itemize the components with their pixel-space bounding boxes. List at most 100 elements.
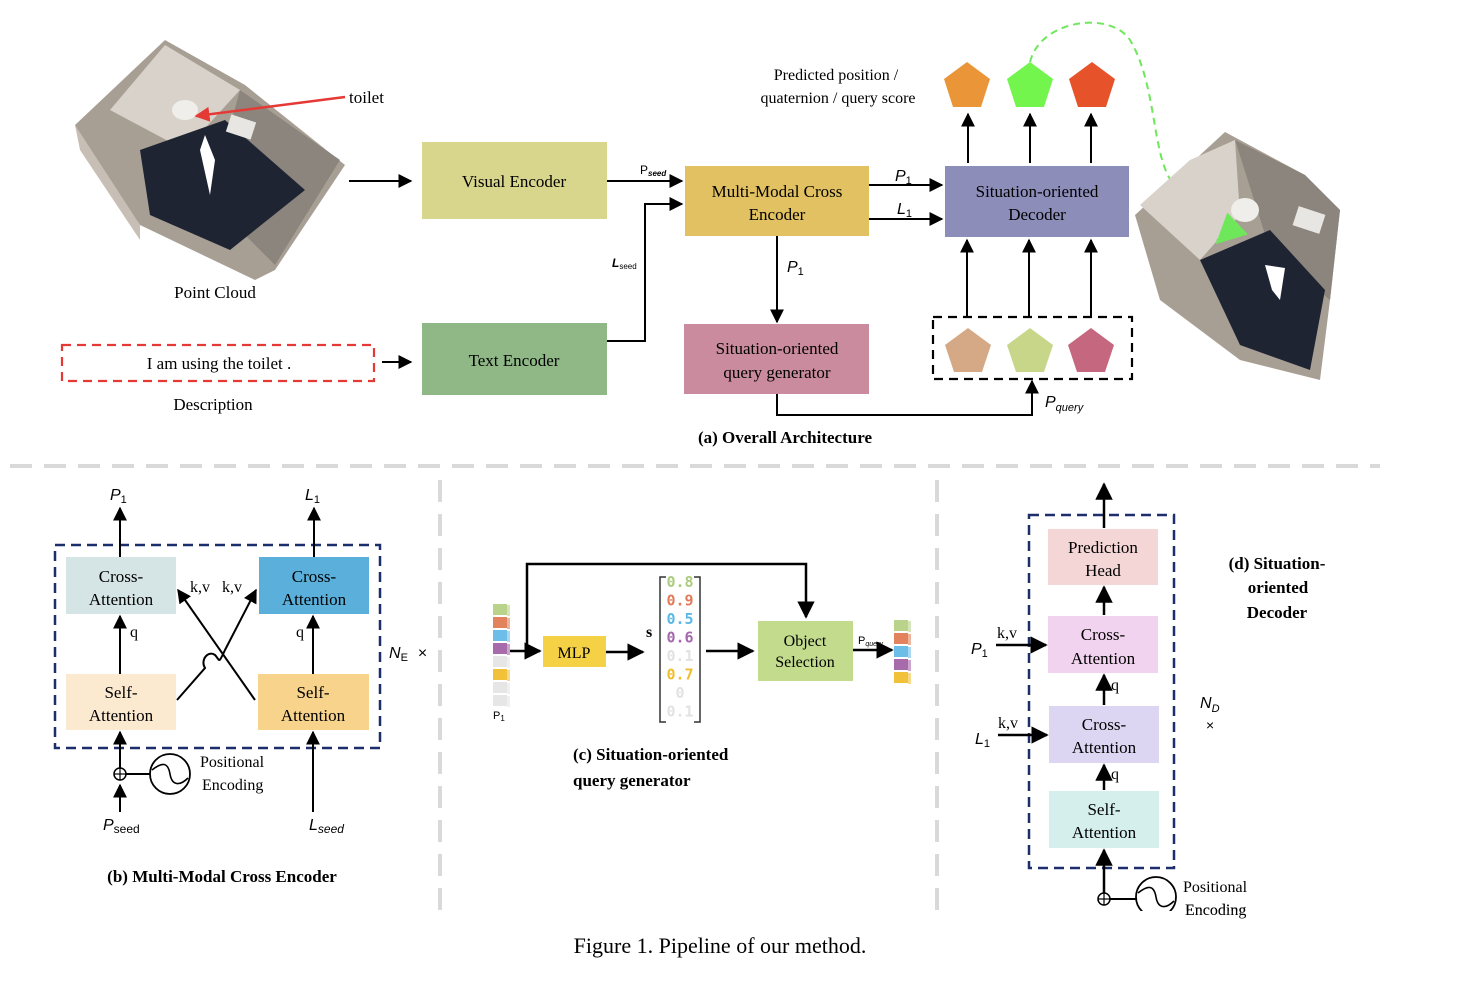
score-value: 0 [675, 684, 684, 702]
decoder-label-line2: Decoder [1008, 205, 1066, 224]
point-cloud-scene [75, 40, 345, 280]
encoder-p1-label: P1 [110, 487, 127, 506]
score-value: 0.9 [666, 592, 693, 610]
query-pentagon-3 [1068, 328, 1114, 372]
score-vector: 0.80.90.50.60.10.700.1 [666, 573, 693, 721]
overall-architecture-panel: toilet Point Cloud I am using the toilet… [60, 21, 1340, 447]
query-generator-title-line1: (c) Situation-oriented [573, 745, 729, 764]
visual-encoder-label: Visual Encoder [462, 172, 567, 191]
feature-cell [894, 633, 908, 644]
encoder-positional-line2: Encoding [202, 777, 263, 794]
encoder-self-right-line1: Self- [296, 683, 329, 702]
object-selection-line2: Selection [775, 654, 835, 671]
encoder-self-left-line1: Self- [104, 683, 137, 702]
encoder-kv-label-right: k,v [222, 579, 242, 596]
encoder-pseed-label: Pseed [103, 817, 140, 836]
encoder-cross-left-line2: Attention [89, 590, 154, 609]
prediction-head-line2: Head [1085, 561, 1121, 580]
description-label: Description [173, 395, 253, 414]
mlp-label: MLP [558, 645, 591, 662]
encoder-self-left-line2: Attention [89, 706, 154, 725]
scores-symbol: s [646, 624, 652, 641]
object-selection-line1: Object [784, 633, 827, 650]
overall-architecture-title: (a) Overall Architecture [698, 428, 872, 447]
encoder-cross-right-line1: Cross- [292, 567, 337, 586]
query-generator-label-line2: query generator [723, 363, 830, 382]
text-encoder-label: Text Encoder [469, 351, 560, 370]
decoder-title-line3: Decoder [1247, 603, 1308, 622]
decoder-title-line2: oriented [1248, 578, 1309, 597]
prediction-head-line1: Prediction [1068, 538, 1138, 557]
decoder-self-line2: Attention [1072, 823, 1137, 842]
decoder-self-line1: Self- [1087, 800, 1120, 819]
query-generator-title-line2: query generator [573, 771, 691, 790]
feature-cell-side [908, 634, 911, 645]
feature-cell-side [908, 647, 911, 658]
feature-cell-side [507, 696, 510, 707]
query-pentagon-2 [1007, 328, 1053, 372]
encoder-repeat-label: NE × [389, 645, 427, 664]
feature-cell [894, 646, 908, 657]
prediction-pentagon-green [1007, 62, 1053, 107]
encoder-l1-label: L1 [305, 487, 320, 506]
decoder-l1-label: L1 [975, 731, 990, 750]
feature-cell [493, 682, 507, 693]
predicted-label-line1: Predicted position / [774, 67, 899, 84]
p-query-feature-column [894, 620, 911, 684]
prediction-pentagon-red [1069, 62, 1115, 107]
toilet-label: toilet [349, 88, 384, 107]
score-vector-left-bracket [659, 576, 666, 723]
decoder-positional-line2-clipped: Encoding [1185, 902, 1246, 919]
score-value: 0.5 [666, 610, 693, 628]
pquery-output-label: Pquery [858, 635, 883, 648]
feature-cell-side [507, 644, 510, 655]
decoder-q-label-top: q [1111, 677, 1119, 694]
encoder-cross-right-line2: Attention [282, 590, 347, 609]
point-cloud-label: Point Cloud [174, 283, 256, 302]
l1-label-top: L1 [897, 201, 912, 220]
decoder-positional-line1: Positional [1183, 879, 1248, 896]
p1-feature-column [493, 604, 510, 707]
decoder-panel: Prediction Head Cross- Attention q Cross… [971, 482, 1326, 925]
feature-cell [493, 630, 507, 641]
decoder-cross-top-line2: Attention [1071, 649, 1136, 668]
encoder-q-label-right: q [296, 624, 304, 641]
feature-cell [894, 672, 908, 683]
description-text: I am using the toilet . [147, 354, 291, 373]
score-vector-right-bracket [694, 576, 701, 723]
encoder-positional-line1: Positional [200, 754, 265, 771]
feature-cell-side [507, 631, 510, 642]
feature-cell-side [908, 660, 911, 671]
encoder-kv-arrow-right-to-left [177, 588, 256, 701]
score-value: 0.1 [666, 703, 693, 721]
score-value: 0.8 [666, 573, 693, 591]
pquery-label: Pquery [1045, 394, 1085, 414]
cross-encoder-title: (b) Multi-Modal Cross Encoder [107, 867, 337, 886]
feature-cell-side [507, 657, 510, 668]
cross-encoder-label-line1: Multi-Modal Cross [712, 182, 843, 201]
feature-cell-side [908, 621, 911, 632]
decoder-cross-top-line1: Cross- [1081, 625, 1126, 644]
decoder-label-line1: Situation-oriented [976, 182, 1099, 201]
p1-label-mid: P1 [787, 259, 804, 278]
p1-column-label: P1 [493, 710, 505, 723]
decoder-title-line1: (d) Situation- [1229, 554, 1326, 573]
encoder-self-right-line2: Attention [281, 706, 346, 725]
lseed-label: Lseed [612, 256, 637, 271]
pipeline-figure: toilet Point Cloud I am using the toilet… [10, 21, 1380, 958]
arrow-lseed [607, 197, 684, 342]
decoder-repeat-label: ND [1200, 695, 1220, 715]
feature-cell-side [507, 618, 510, 629]
feature-cell [493, 669, 507, 680]
query-generator-block [684, 324, 869, 394]
feature-cell [894, 620, 908, 631]
encoder-q-label-left: q [130, 624, 138, 641]
feature-cell [493, 643, 507, 654]
multi-modal-cross-encoder-block [685, 166, 869, 236]
encoder-lseed-label: Lseed [309, 817, 344, 836]
feature-cell [493, 656, 507, 667]
decoder-cross-bottom-line2: Attention [1072, 738, 1137, 757]
feature-cell [493, 604, 507, 615]
feature-cell [493, 695, 507, 706]
cross-encoder-panel: Cross- Attention Cross- Attention Self- … [53, 487, 427, 886]
